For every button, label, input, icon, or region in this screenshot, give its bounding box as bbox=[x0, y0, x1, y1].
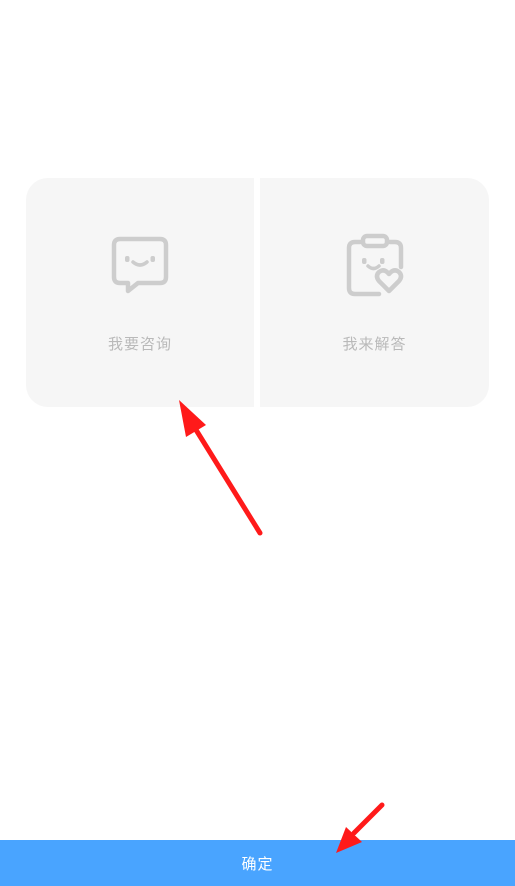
annotation-arrows bbox=[179, 400, 385, 853]
answer-option-label: 我来解答 bbox=[342, 335, 407, 353]
consult-option-card[interactable]: 我要咨询 bbox=[26, 178, 254, 407]
clipboard-heart-icon bbox=[346, 233, 403, 297]
chat-smile-icon bbox=[111, 236, 169, 294]
answer-option-card[interactable]: 我来解答 bbox=[260, 178, 489, 407]
consult-option-label: 我要咨询 bbox=[107, 335, 172, 353]
role-selection-screen: 我要咨询 我来解答 确定 bbox=[0, 0, 515, 886]
role-choice-panel: 我要咨询 我来解答 bbox=[26, 178, 489, 407]
red-arrow-icon bbox=[179, 400, 263, 536]
confirm-button[interactable]: 确定 bbox=[0, 840, 515, 886]
